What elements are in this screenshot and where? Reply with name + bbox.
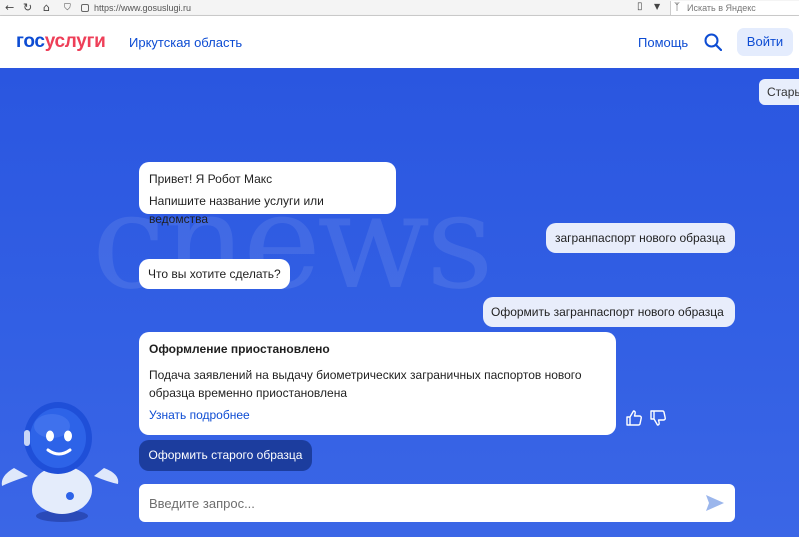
- browser-search-input[interactable]: ᛉ Искать в Яндекс: [670, 1, 799, 15]
- greeting-line-2: Напишите название услуги или ведомства: [149, 194, 324, 226]
- chat-area: Стары cnews Привет! Я Робот Макс Напишит…: [0, 68, 799, 537]
- logo-part-uslugi: услуги: [44, 31, 106, 52]
- chat-input-box: [139, 484, 735, 522]
- bot-message-suspended: Оформление приостановлено Подача заявлен…: [139, 332, 616, 435]
- apply-old-passport-button[interactable]: Оформить старого образца: [139, 440, 312, 471]
- dropdown-icon[interactable]: ▼: [654, 2, 660, 11]
- logo-part-gos: гос: [16, 31, 45, 52]
- thumbs-up-icon[interactable]: [625, 409, 643, 427]
- user-message-query: загранпаспорт нового образца: [546, 223, 735, 253]
- chat-query-input[interactable]: [139, 484, 699, 522]
- send-icon[interactable]: [705, 493, 725, 513]
- suspended-body: Подача заявлений на выдачу биометрически…: [149, 368, 582, 400]
- site-header: госуслуги Иркутская область Помощь Войти: [0, 16, 799, 68]
- user-message-choice: Оформить загранпаспорт нового образца: [483, 297, 735, 327]
- home-icon[interactable]: ⌂: [43, 1, 50, 14]
- bot-message-greeting: Привет! Я Робот Макс Напишите название у…: [139, 162, 396, 226]
- help-link[interactable]: Помощь: [638, 35, 688, 50]
- region-selector[interactable]: Иркутская область: [129, 35, 242, 50]
- search-icon[interactable]: [704, 33, 722, 51]
- back-icon[interactable]: ←: [5, 1, 14, 14]
- learn-more-link[interactable]: Узнать подробнее: [149, 407, 606, 423]
- address-bar[interactable]: https://www.gosuslugi.ru: [78, 1, 668, 15]
- old-version-button[interactable]: Стары: [759, 79, 799, 105]
- bot-message-question: Что вы хотите сделать?: [139, 259, 290, 289]
- yandex-search-icon: ᛉ: [674, 2, 680, 13]
- bookmark-icon[interactable]: ▯: [637, 1, 643, 12]
- suspended-title: Оформление приостановлено: [149, 342, 330, 356]
- address-bar-url: https://www.gosuslugi.ru: [94, 3, 192, 13]
- browser-search-placeholder: Искать в Яндекс: [687, 3, 756, 13]
- browser-toolbar: ← ↻ ⌂ ⛉ https://www.gosuslugi.ru ▯ ▼ ᛉ И…: [0, 0, 799, 16]
- shield-icon: ⛉: [64, 3, 71, 13]
- thumbs-down-icon[interactable]: [649, 409, 667, 427]
- robot-max-avatar: [1, 402, 119, 522]
- reload-icon[interactable]: ↻: [23, 1, 32, 14]
- gosuslugi-logo[interactable]: госуслуги: [16, 31, 106, 53]
- lock-icon: [81, 4, 89, 12]
- login-button[interactable]: Войти: [737, 28, 793, 56]
- greeting-line-1: Привет! Я Робот Макс: [149, 172, 273, 186]
